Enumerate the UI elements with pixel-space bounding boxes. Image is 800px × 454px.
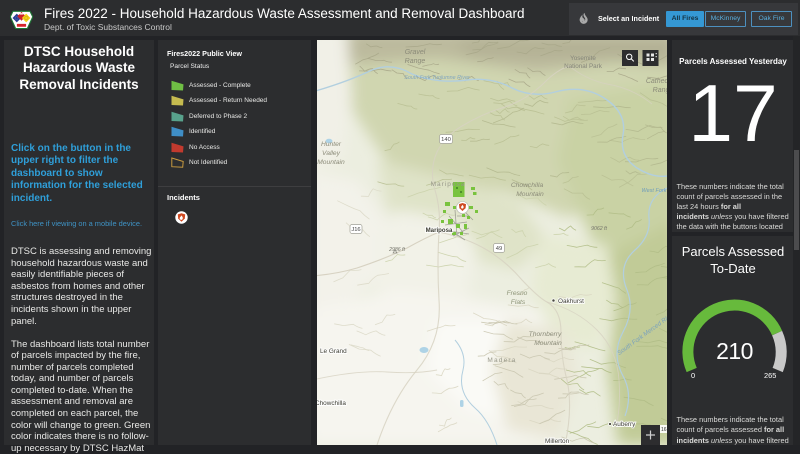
svg-text:West Fork: West Fork (642, 188, 667, 194)
svg-text:Mountain: Mountain (534, 340, 562, 347)
svg-text:Thornberry: Thornberry (529, 331, 562, 338)
svg-text:Range: Range (405, 58, 426, 65)
svg-text:9062 ft: 9062 ft (591, 226, 607, 232)
svg-text:South Fork Tuolumne River: South Fork Tuolumne River (404, 75, 470, 81)
svg-text:Cathedral: Cathedral (646, 78, 667, 85)
svg-text:Flats: Flats (511, 299, 526, 306)
svg-text:National Park: National Park (564, 63, 603, 70)
svg-text:2986 ft: 2986 ft (388, 247, 405, 253)
svg-text:Mountain: Mountain (317, 159, 345, 166)
svg-text:16: 16 (661, 427, 667, 433)
svg-text:Fresno: Fresno (507, 290, 528, 297)
svg-text:Madera: Madera (487, 357, 516, 364)
svg-text:Range: Range (653, 87, 667, 94)
svg-text:Le Grand: Le Grand (320, 348, 347, 355)
svg-text:J16: J16 (351, 227, 360, 233)
svg-text:Chowchilla: Chowchilla (317, 400, 346, 407)
svg-text:Auberry: Auberry (613, 421, 636, 428)
svg-text:Hunter: Hunter (321, 141, 342, 148)
svg-text:Valley: Valley (322, 150, 341, 157)
svg-text:Mountain: Mountain (516, 191, 544, 198)
svg-text:Chowchilla: Chowchilla (511, 182, 544, 189)
svg-text:Millerton: Millerton (545, 438, 570, 445)
svg-text:Oakhurst: Oakhurst (558, 298, 584, 305)
svg-text:49: 49 (496, 246, 502, 252)
svg-text:140: 140 (441, 137, 451, 143)
svg-text:Mariposa: Mariposa (431, 181, 466, 188)
svg-text:Gravel: Gravel (405, 49, 426, 56)
svg-text:Yosemite: Yosemite (570, 55, 596, 62)
svg-text:Mariposa: Mariposa (426, 227, 453, 234)
